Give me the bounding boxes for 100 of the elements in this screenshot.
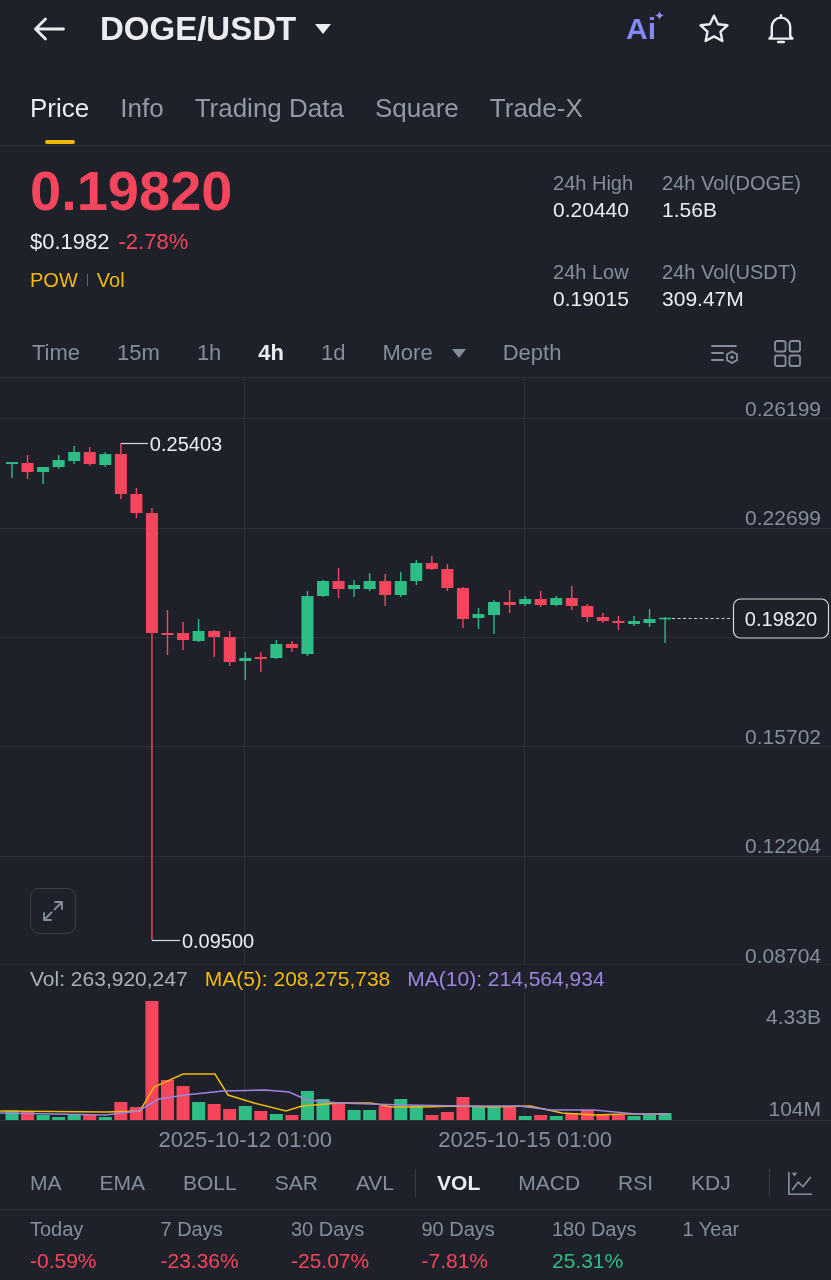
tab[interactable]: Price <box>30 92 90 145</box>
indicator-tab[interactable]: RSI <box>618 1170 654 1196</box>
volume-bar <box>363 1110 377 1120</box>
rising-candle <box>659 616 672 644</box>
caret-down-icon <box>451 349 466 358</box>
price-change: -2.78% <box>118 228 189 256</box>
back-icon[interactable] <box>33 17 65 41</box>
indicator-tab[interactable]: VOL <box>437 1170 481 1196</box>
rising-candle <box>348 579 361 598</box>
interval-tab[interactable]: 1d <box>321 340 346 367</box>
rising-candle <box>6 461 18 479</box>
volume-bar <box>207 1104 221 1120</box>
rising-candle <box>52 454 65 470</box>
stat-label: 24h Vol(DOGE) <box>662 171 801 196</box>
period-label: 30 Days <box>291 1217 366 1242</box>
indicator-tab[interactable]: BOLL <box>183 1170 237 1196</box>
time-axis-label: 2025-10-15 01:00 <box>437 1126 613 1154</box>
indicator-tab[interactable]: AVL <box>355 1170 395 1196</box>
volume-bar <box>580 1110 594 1120</box>
rising-candle <box>270 639 283 660</box>
tab[interactable]: Info <box>120 92 164 145</box>
stat-label: 24h Vol(USDT) <box>662 259 798 285</box>
price-axis-label: 0.15702 <box>745 724 821 748</box>
stat-value: 309.47M <box>662 285 745 312</box>
indicator-tab[interactable]: SAR <box>274 1170 318 1196</box>
volume-bar <box>456 1097 470 1120</box>
interval-tab[interactable]: Time <box>32 340 81 367</box>
grid-icon[interactable] <box>774 340 801 367</box>
volume-axis-label: 4.33B <box>766 1004 821 1028</box>
volume-bar <box>192 1102 206 1120</box>
falling-candle <box>581 603 594 623</box>
interval-tab[interactable]: 1h <box>196 340 222 367</box>
falling-candle <box>21 454 34 480</box>
falling-candle <box>612 615 625 631</box>
price-axis-label: 0.08704 <box>745 943 821 965</box>
falling-candle <box>534 590 547 608</box>
high-price-label: 0.25403 <box>149 432 223 455</box>
rising-candle <box>99 451 112 468</box>
line-chart-icon[interactable] <box>786 1169 812 1197</box>
interval-tab[interactable]: 15m <box>117 340 160 367</box>
indicator-readout: Vol: 263,920,247 <box>30 966 188 992</box>
falling-candle <box>596 612 609 624</box>
period-change: 25.31% <box>552 1248 625 1274</box>
tag-link[interactable]: POW <box>30 267 78 293</box>
price-axis-label: 0.22699 <box>745 506 821 530</box>
rising-candle <box>488 599 501 635</box>
volume-bar <box>5 1110 19 1120</box>
rising-candle <box>628 615 640 627</box>
price-axis-label: 0.26199 <box>745 397 821 420</box>
rising-candle <box>394 571 407 598</box>
falling-candle <box>456 586 469 629</box>
indicator-tab[interactable]: KDJ <box>691 1170 731 1196</box>
stat-label: 24h Low <box>553 259 630 285</box>
tab[interactable]: Trading Data <box>194 92 344 145</box>
falling-candle <box>254 651 267 673</box>
falling-candle <box>208 629 221 658</box>
rising-candle <box>37 466 50 485</box>
stat-label: 24h High <box>553 171 635 196</box>
volume-bar <box>627 1116 641 1120</box>
falling-candle <box>83 446 96 467</box>
rising-candle <box>363 572 376 592</box>
period-label: 90 Days <box>421 1217 496 1242</box>
tag-link[interactable]: Vol <box>96 267 125 293</box>
rising-candle <box>239 651 252 681</box>
tab[interactable]: Trade-X <box>489 92 583 145</box>
period-change: -0.59% <box>30 1248 98 1274</box>
falling-candle <box>332 567 345 599</box>
rising-candle <box>643 608 656 628</box>
period-label: 7 Days <box>160 1217 224 1242</box>
more-dropdown[interactable]: More <box>382 340 466 367</box>
expand-button[interactable] <box>30 888 76 934</box>
indicator-tab[interactable]: MA <box>30 1170 62 1196</box>
falling-candle <box>161 609 174 656</box>
leader-line <box>151 939 181 942</box>
rising-candle <box>519 595 532 607</box>
falling-candle <box>503 589 516 614</box>
ai-button[interactable]: Ai <box>626 14 664 44</box>
indicator-tab[interactable]: EMA <box>99 1170 145 1196</box>
volume-bar <box>472 1107 485 1120</box>
volume-bar <box>223 1109 237 1120</box>
period-change: -25.07% <box>291 1248 371 1274</box>
rising-candle <box>317 579 329 598</box>
falling-candle <box>565 585 578 611</box>
volume-bar <box>378 1106 392 1120</box>
tab[interactable]: Square <box>374 92 459 145</box>
caret-down-icon[interactable] <box>315 24 332 34</box>
interval-tab[interactable]: Depth <box>502 340 562 367</box>
interval-tab[interactable]: 4h <box>258 340 285 367</box>
rising-candle <box>192 618 205 643</box>
rising-candle <box>301 590 314 657</box>
stat-value: 1.56B <box>662 197 718 223</box>
rising-candle <box>472 607 485 630</box>
expand-icon <box>42 900 64 922</box>
leader-line <box>120 442 149 445</box>
pair-title[interactable]: DOGE/USDT <box>100 9 297 49</box>
indicator-tab[interactable]: MACD <box>518 1170 581 1196</box>
sparkle-icon <box>655 11 664 20</box>
volume-bar <box>176 1086 190 1120</box>
usd-price: $0.1982 <box>30 228 110 256</box>
falling-candle <box>223 630 236 667</box>
